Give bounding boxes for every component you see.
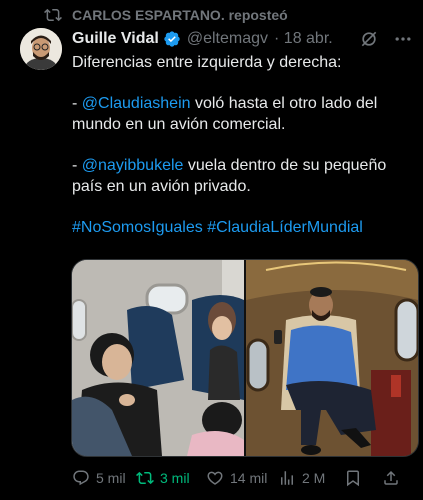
views-count: 2 M	[302, 470, 326, 486]
mention-nayibbukele[interactable]: @nayibbukele	[82, 157, 184, 174]
photo-commercial-flight[interactable]	[72, 260, 244, 456]
post-hashtags: #NoSomosIguales #ClaudiaLíderMundial	[72, 217, 402, 238]
share-button[interactable]	[382, 469, 400, 487]
photo-private-jet[interactable]	[246, 260, 418, 456]
more-options-icon[interactable]	[393, 29, 413, 49]
bookmark-icon	[347, 470, 359, 487]
repost-action-icon	[136, 471, 154, 485]
post-date[interactable]: · 18 abr.	[274, 30, 333, 48]
author-name[interactable]: Guille Vidal	[72, 30, 159, 48]
like-count: 14 mil	[230, 470, 268, 486]
post-header: Guille Vidal @eltemagv · 18 abr.	[72, 28, 413, 50]
verified-badge-icon[interactable]	[163, 30, 181, 48]
hashtag-claudialidermundial[interactable]: #ClaudiaLíderMundial	[207, 219, 363, 236]
repost-button[interactable]: 3 mil	[136, 469, 206, 487]
repost-text: CARLOS ESPARTANO. reposteó	[72, 7, 288, 23]
post-line-3: - @nayibbukele vuela dentro de su pequeñ…	[72, 157, 387, 195]
repost-indicator: CARLOS ESPARTANO. reposteó	[44, 6, 288, 24]
heart-icon	[207, 471, 223, 485]
share-icon	[384, 470, 398, 485]
mention-claudiashein[interactable]: @Claudiashein	[82, 95, 191, 112]
reply-icon	[73, 470, 89, 486]
reply-button[interactable]: 5 mil	[72, 469, 136, 487]
post-text: Diferencias entre izquierda y derecha: -…	[72, 52, 402, 258]
like-button[interactable]: 14 mil	[206, 469, 278, 487]
repost-count: 3 mil	[160, 470, 190, 486]
author-handle[interactable]: @eltemagv	[187, 30, 268, 48]
avatar[interactable]	[20, 28, 62, 70]
repost-icon	[44, 8, 62, 22]
bookmark-button[interactable]	[344, 469, 382, 487]
post-line-2: - @Claudiashein voló hasta el otro lado …	[72, 95, 378, 133]
post-media	[71, 259, 419, 457]
action-bar: 5 mil 3 mil 14 mil 2 M	[72, 469, 415, 487]
reply-count: 5 mil	[96, 470, 126, 486]
views-button[interactable]: 2 M	[278, 469, 344, 487]
grok-icon[interactable]	[359, 29, 379, 49]
views-icon	[281, 471, 293, 485]
post-line-1: Diferencias entre izquierda y derecha:	[72, 54, 342, 71]
hashtag-nosomosiguales[interactable]: #NoSomosIguales	[72, 219, 203, 236]
